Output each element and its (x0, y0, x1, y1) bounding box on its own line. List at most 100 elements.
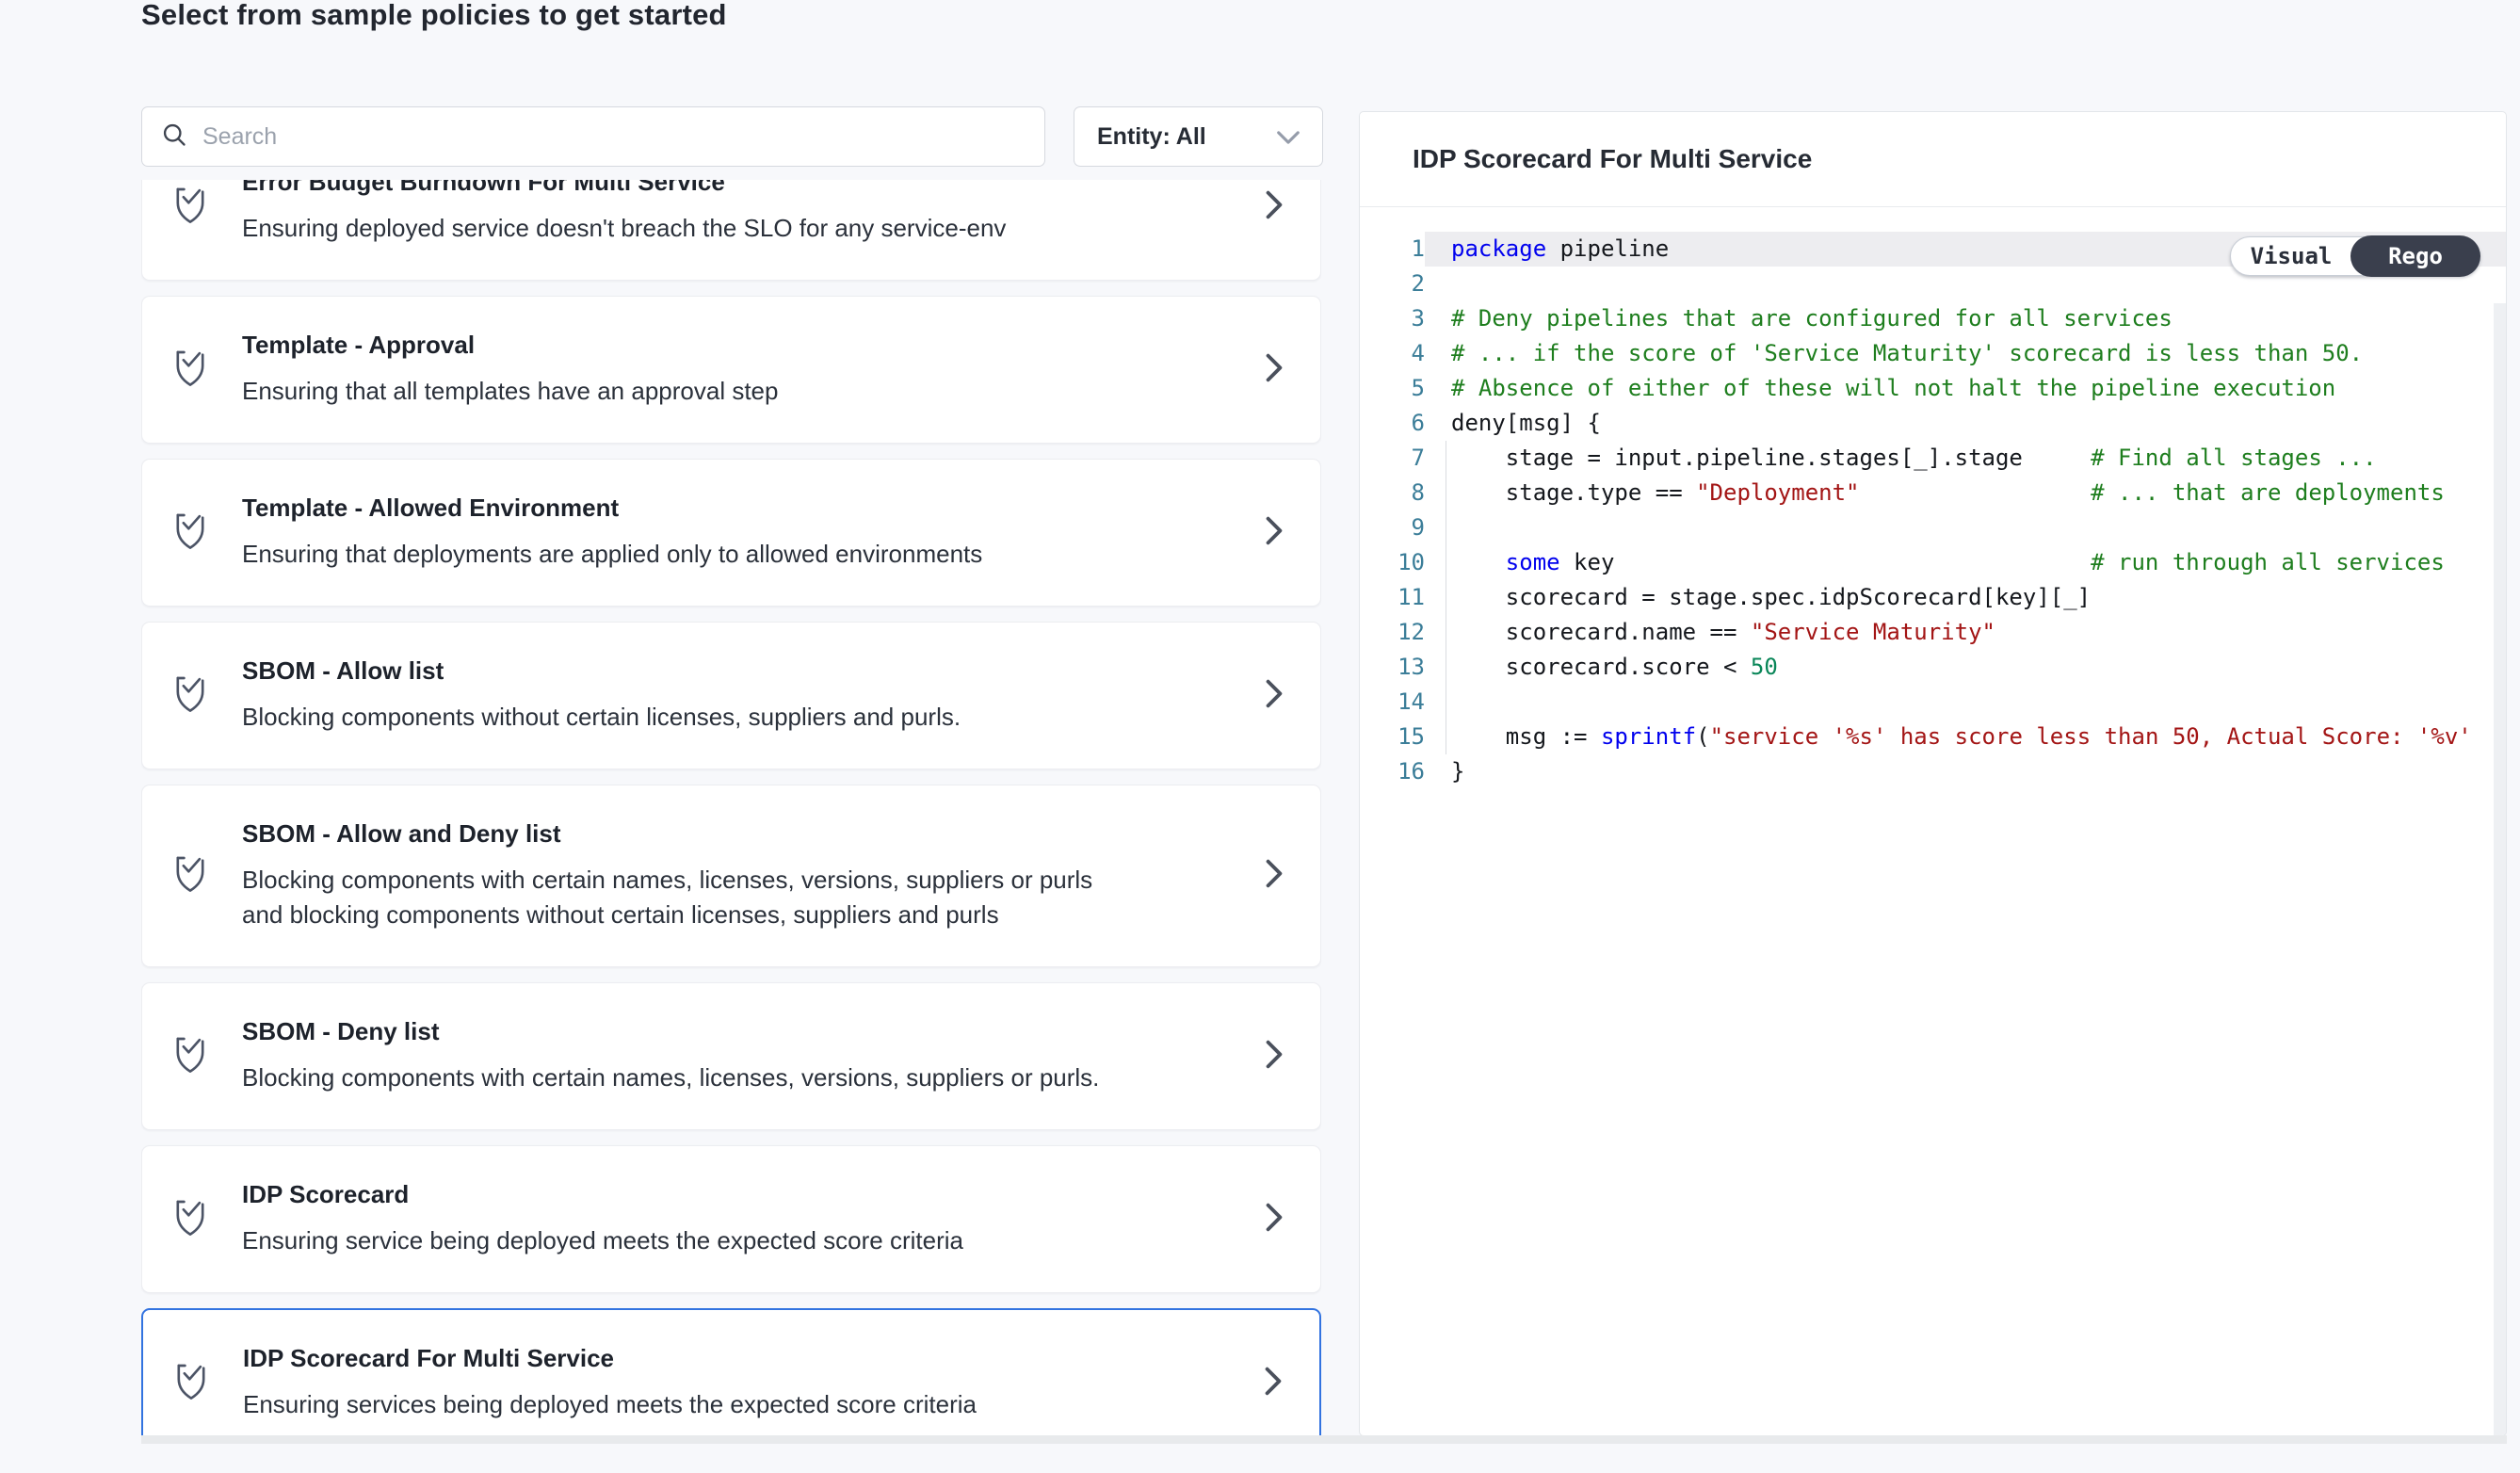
policy-title: Template - Allowed Environment (242, 494, 1207, 523)
list-toolbar: Entity: All (141, 106, 1323, 167)
policy-description: Ensuring deployed service doesn't breach… (242, 211, 1137, 246)
code-text: msg := sprintf("service '%s' has score l… (1425, 720, 2506, 754)
horizontal-scrollbar[interactable] (141, 1435, 2507, 1444)
code-line: 7 stage = input.pipeline.stages[_].stage… (1360, 441, 2506, 476)
code-line: 16 } (1360, 754, 2506, 789)
policy-list-item[interactable]: IDP Scorecard For Multi Service Ensuring… (141, 1308, 1321, 1440)
policy-list-item[interactable]: Error Budget Burndown For Multi Service … (141, 180, 1321, 281)
toggle-option-visual[interactable]: Visual (2231, 236, 2351, 276)
policy-description: Blocking components with certain names, … (242, 863, 1137, 932)
chevron-right-icon[interactable] (1264, 352, 1284, 387)
code-text: # Absence of either of these will not ha… (1425, 371, 2506, 406)
line-number: 5 (1360, 371, 1425, 406)
page-title: Select from sample policies to get start… (141, 0, 727, 32)
line-number: 3 (1360, 301, 1425, 336)
code-line: 5 # Absence of either of these will not … (1360, 371, 2506, 406)
code-line: 9 (1360, 510, 2506, 545)
chevron-right-icon[interactable] (1264, 859, 1284, 894)
chevron-down-icon (1277, 123, 1300, 151)
policy-list-item[interactable]: SBOM - Deny list Blocking components wit… (141, 982, 1321, 1130)
policy-list-item[interactable]: Template - Allowed Environment Ensuring … (141, 459, 1321, 607)
code-line: 4 # ... if the score of 'Service Maturit… (1360, 336, 2506, 371)
line-number: 6 (1360, 406, 1425, 441)
shield-check-icon (172, 1033, 208, 1079)
shield-check-icon (172, 510, 208, 556)
chevron-right-icon[interactable] (1264, 1202, 1284, 1237)
code-lines: 1 package pipeline 2 3 # Deny pipelines … (1360, 232, 2506, 789)
code-text: stage = input.pipeline.stages[_].stage #… (1425, 441, 2506, 476)
code-text: # ... if the score of 'Service Maturity'… (1425, 336, 2506, 371)
code-line: 14 (1360, 685, 2506, 720)
policy-description: Ensuring services being deployed meets t… (243, 1387, 1138, 1422)
policy-title: SBOM - Deny list (242, 1017, 1207, 1046)
shield-check-icon (172, 1196, 208, 1242)
code-text: stage.type == "Deployment" # ... that ar… (1425, 476, 2506, 510)
chevron-right-icon[interactable] (1264, 678, 1284, 713)
line-number: 13 (1360, 650, 1425, 685)
code-line: 6 deny[msg] { (1360, 406, 2506, 441)
policy-title: SBOM - Allow and Deny list (242, 819, 1207, 849)
line-number: 2 (1360, 267, 1425, 301)
policy-title: Template - Approval (242, 331, 1207, 360)
policy-description: Blocking components with certain names, … (242, 1060, 1137, 1095)
line-number: 4 (1360, 336, 1425, 371)
policy-title: IDP Scorecard For Multi Service (243, 1344, 1206, 1373)
chevron-right-icon[interactable] (1264, 515, 1284, 550)
search-icon (161, 121, 187, 153)
policy-detail-panel: IDP Scorecard For Multi Service 1 packag… (1359, 111, 2507, 1436)
code-text: # Deny pipelines that are configured for… (1425, 301, 2506, 336)
code-text: deny[msg] { (1425, 406, 2506, 441)
code-line: 10 some key # run through all services (1360, 545, 2506, 580)
detail-title: IDP Scorecard For Multi Service (1413, 144, 1812, 174)
entity-filter-label: Entity: All (1097, 123, 1206, 151)
line-number: 9 (1360, 510, 1425, 545)
policy-description: Blocking components without certain lice… (242, 700, 1137, 735)
line-number: 14 (1360, 685, 1425, 720)
chevron-right-icon[interactable] (1263, 1366, 1284, 1400)
policy-list-item[interactable]: SBOM - Allow list Blocking components wi… (141, 622, 1321, 769)
chevron-right-icon[interactable] (1264, 189, 1284, 224)
policy-title: IDP Scorecard (242, 1180, 1207, 1209)
line-number: 7 (1360, 441, 1425, 476)
code-text: scorecard.score < 50 (1425, 650, 2506, 685)
search-box[interactable] (141, 106, 1045, 167)
search-input[interactable] (202, 123, 1026, 151)
shield-check-icon (172, 672, 208, 719)
policy-description: Ensuring that all templates have an appr… (242, 374, 1137, 409)
policy-list-item[interactable]: Template - Approval Ensuring that all te… (141, 296, 1321, 444)
toggle-option-rego[interactable]: Rego (2350, 235, 2480, 277)
line-number: 8 (1360, 476, 1425, 510)
shield-check-icon (172, 184, 208, 230)
code-text: some key # run through all services (1425, 545, 2506, 580)
policy-description: Ensuring service being deployed meets th… (242, 1223, 1137, 1258)
detail-header: IDP Scorecard For Multi Service (1360, 112, 2506, 207)
policy-list-item[interactable]: IDP Scorecard Ensuring service being dep… (141, 1145, 1321, 1293)
policy-description: Ensuring that deployments are applied on… (242, 537, 1137, 572)
code-line: 13 scorecard.score < 50 (1360, 650, 2506, 685)
code-line: 8 stage.type == "Deployment" # ... that … (1360, 476, 2506, 510)
chevron-right-icon[interactable] (1264, 1039, 1284, 1074)
code-line: 15 msg := sprintf("service '%s' has scor… (1360, 720, 2506, 754)
line-number: 1 (1360, 232, 1425, 267)
policy-list: Error Budget Burndown For Multi Service … (141, 180, 1321, 1440)
line-number: 10 (1360, 545, 1425, 580)
view-toggle[interactable]: VisualRego (2230, 236, 2480, 276)
code-text (1425, 685, 2506, 720)
code-line: 11 scorecard = stage.spec.idpScorecard[k… (1360, 580, 2506, 615)
policy-title: Error Budget Burndown For Multi Service (242, 180, 1207, 197)
line-number: 12 (1360, 615, 1425, 650)
policy-title: SBOM - Allow list (242, 656, 1207, 686)
entity-filter-dropdown[interactable]: Entity: All (1074, 106, 1323, 167)
code-line: 3 # Deny pipelines that are configured f… (1360, 301, 2506, 336)
code-scrollbar[interactable] (2494, 303, 2506, 1435)
line-number: 15 (1360, 720, 1425, 754)
code-text (1425, 510, 2506, 545)
code-text: } (1425, 754, 2506, 789)
code-editor[interactable]: 1 package pipeline 2 3 # Deny pipelines … (1360, 207, 2506, 1435)
line-number: 16 (1360, 754, 1425, 789)
code-text: scorecard = stage.spec.idpScorecard[key]… (1425, 580, 2506, 615)
shield-check-icon (172, 347, 208, 393)
policy-list-item[interactable]: SBOM - Allow and Deny list Blocking comp… (141, 785, 1321, 967)
code-text: scorecard.name == "Service Maturity" (1425, 615, 2506, 650)
code-line: 12 scorecard.name == "Service Maturity" (1360, 615, 2506, 650)
